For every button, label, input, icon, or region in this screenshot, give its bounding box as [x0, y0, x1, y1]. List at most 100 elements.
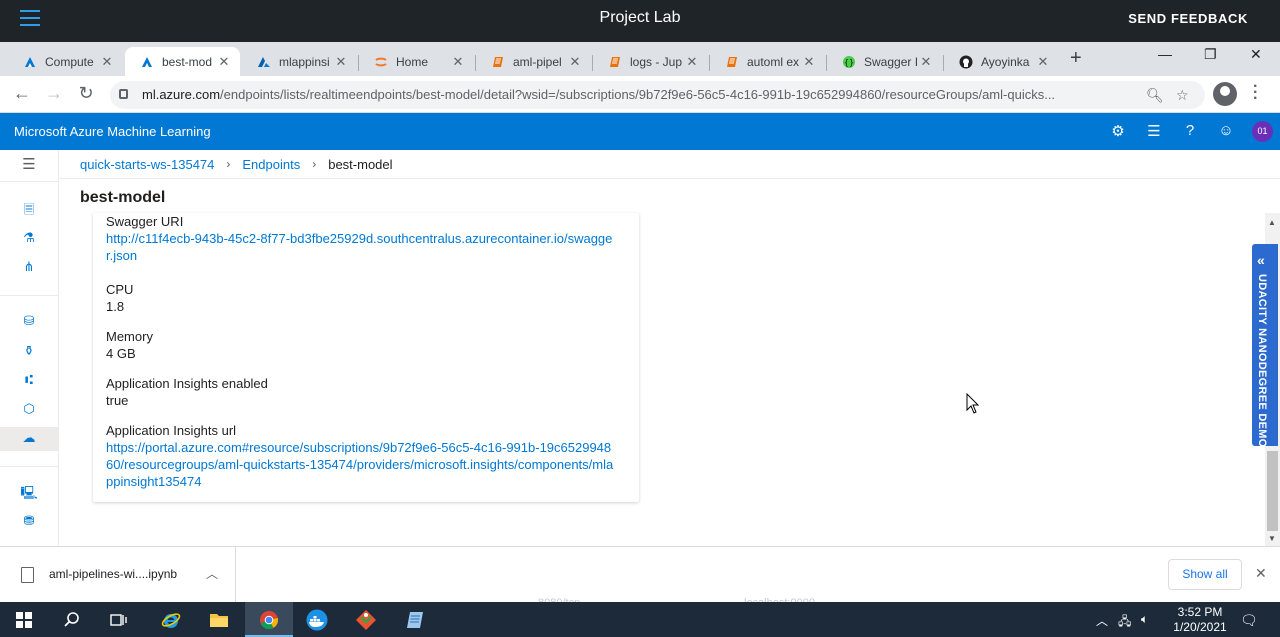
udacity-demo-tab[interactable]: « UDACITY NANODEGREE DEMO — [1252, 244, 1278, 448]
close-tab-icon[interactable]: ✕ — [918, 54, 934, 70]
browser-tab[interactable]: mlappinsi ✕ — [242, 47, 357, 76]
reload-icon[interactable]: ↻ — [76, 83, 96, 104]
field-label: Application Insights url — [106, 423, 237, 438]
tab-label: Ayoyinka — [981, 54, 1030, 69]
bookmark-star-icon[interactable]: ☆ — [1176, 87, 1189, 104]
breadcrumb-workspace-link[interactable]: quick-starts-ws-135474 — [80, 157, 214, 172]
address-bar[interactable]: ml.azure.com/endpoints/lists/realtimeend… — [110, 81, 1205, 109]
breadcrumb-current: best-model — [328, 156, 393, 172]
udacity-demo-label: UDACITY NANODEGREE DEMO — [1256, 274, 1268, 448]
browser-tab[interactable]: automl ex ✕ — [710, 47, 825, 76]
close-tab-icon[interactable]: ✕ — [99, 54, 115, 70]
datastores-icon[interactable]: ⛃︎ — [19, 513, 39, 531]
send-feedback-button[interactable]: SEND FEEDBACK — [1128, 11, 1248, 26]
chevron-right-icon: › — [226, 157, 231, 171]
user-avatar[interactable]: 01 — [1252, 121, 1273, 142]
windows-start-icon[interactable] — [13, 609, 35, 631]
tab-label: best-mod — [162, 54, 213, 69]
insights-url-link[interactable]: https://portal.azure.com#resource/subscr… — [106, 439, 616, 490]
notebook-icon — [724, 54, 740, 70]
lab-title: Project Lab — [599, 9, 681, 26]
file-explorer-icon[interactable] — [208, 609, 230, 631]
detail-swagger-uri: Swagger URI http://c11f4ecb-943b-45c2-8f… — [106, 213, 616, 264]
nav-collapse-menu-icon[interactable]: ☰ — [19, 155, 39, 173]
browser-tab-active[interactable]: best-mod ✕ — [125, 47, 240, 76]
clock-time: 3:52 PM — [1177, 605, 1223, 619]
app-insights-icon — [256, 54, 272, 70]
browser-menu-icon[interactable]: · · · — [1253, 79, 1258, 107]
close-tab-icon[interactable]: ✕ — [216, 54, 232, 70]
close-shelf-icon[interactable]: ✕ — [1255, 565, 1267, 582]
settings-gear-icon[interactable]: ⚙ — [1109, 122, 1127, 140]
close-window-icon[interactable]: ✕ — [1250, 46, 1262, 63]
browser-tab[interactable]: Compute ✕ — [8, 47, 123, 76]
pipelines-icon[interactable]: ⑆ — [19, 372, 39, 390]
close-tab-icon[interactable]: ✕ — [684, 54, 700, 70]
chevron-right-icon: › — [312, 157, 317, 171]
action-center-icon[interactable]: 🗨︎ — [1240, 612, 1258, 629]
download-item[interactable]: aml-pipelines-wi....ipynb ︿ — [0, 547, 236, 603]
close-tab-icon[interactable]: ✕ — [1035, 54, 1051, 70]
models-icon[interactable]: ⬡ — [19, 401, 39, 419]
notebooks-icon[interactable]: 🗏︎ — [19, 201, 39, 219]
endpoints-icon[interactable]: ☁︎ — [19, 430, 39, 448]
swagger-uri-link[interactable]: http://c11f4ecb-943b-45c2-8f77-bd3fbe259… — [106, 230, 616, 264]
search-icon[interactable] — [61, 609, 83, 631]
chevron-up-icon[interactable]: ︿ — [206, 565, 218, 582]
field-value: true — [106, 393, 129, 408]
automated-ml-icon[interactable]: ⚗︎ — [19, 230, 39, 248]
minimize-icon[interactable]: — — [1158, 46, 1172, 62]
help-icon[interactable]: ? — [1181, 122, 1199, 139]
download-shelf: aml-pipelines-wi....ipynb ︿ Show all ✕ — [0, 546, 1280, 603]
aml-brand[interactable]: Microsoft Azure Machine Learning — [14, 124, 211, 139]
experiments-icon[interactable]: ⚱︎ — [19, 343, 39, 361]
docker-icon[interactable] — [306, 609, 328, 631]
show-all-button[interactable]: Show all — [1168, 559, 1242, 590]
feedback-smiley-icon[interactable]: ☺ — [1217, 122, 1235, 139]
url-path: /endpoints/lists/realtimeendpoints/best-… — [220, 87, 1056, 102]
scrollbar-thumb[interactable] — [1267, 451, 1278, 531]
jupyter-icon — [373, 54, 389, 70]
internet-explorer-icon[interactable] — [160, 609, 182, 631]
restore-icon[interactable]: ❐ — [1204, 46, 1217, 63]
field-label: Application Insights enabled — [106, 376, 268, 391]
tab-label: Home — [396, 54, 429, 69]
volume-muted-icon[interactable]: 🔈︎ — [1141, 612, 1148, 627]
network-icon[interactable]: 🖧︎ — [1118, 612, 1131, 633]
profile-avatar-icon[interactable] — [1213, 82, 1237, 106]
browser-tab[interactable]: aml-pipel ✕ — [476, 47, 591, 76]
aml-header: Microsoft Azure Machine Learning ⚙ ☰ ? ☺… — [0, 113, 1280, 150]
notifications-list-icon[interactable]: ☰ — [1145, 122, 1163, 140]
scroll-up-icon[interactable]: ▲ — [1268, 218, 1276, 227]
new-tab-icon[interactable]: + — [1070, 48, 1088, 68]
tray-chevron-up-icon[interactable]: ︿ — [1096, 612, 1108, 629]
browser-tab[interactable]: {} Swagger I ✕ — [827, 47, 942, 76]
designer-icon[interactable]: ⋔ — [19, 259, 39, 277]
download-filename: aml-pipelines-wi....ipynb — [49, 567, 178, 581]
forward-arrow-icon[interactable]: → — [44, 83, 64, 104]
browser-tab[interactable]: logs - Jup ✕ — [593, 47, 708, 76]
file-icon — [21, 567, 34, 583]
browser-tab[interactable]: Ayoyinka ✕ — [944, 47, 1059, 76]
back-arrow-icon[interactable]: ← — [12, 83, 32, 104]
breadcrumb-endpoints-link[interactable]: Endpoints — [242, 157, 300, 172]
taskbar-clock[interactable]: 3:52 PM 1/20/2021 — [1168, 605, 1232, 635]
page-title: best-model — [80, 189, 166, 206]
scroll-down-icon[interactable]: ▼ — [1268, 534, 1276, 543]
notepad-icon[interactable] — [404, 609, 426, 631]
zoom-icon[interactable]: 🔍︎ — [1146, 87, 1164, 104]
close-tab-icon[interactable]: ✕ — [450, 54, 466, 70]
datasets-icon[interactable]: ⛁︎ — [19, 313, 39, 331]
close-tab-icon[interactable]: ✕ — [333, 54, 349, 70]
git-gui-icon[interactable] — [355, 609, 377, 631]
chrome-icon[interactable] — [258, 609, 280, 631]
github-icon — [958, 54, 974, 70]
close-tab-icon[interactable]: ✕ — [801, 54, 817, 70]
left-nav-rail: ☰ 🗏︎ ⚗︎ ⋔ ⛁︎ ⚱︎ ⑆ ⬡ ☁︎ 🖳︎ ⛃︎ — [0, 150, 59, 546]
clock-date: 1/20/2021 — [1173, 620, 1227, 634]
task-view-icon[interactable] — [108, 609, 130, 631]
project-lab-bar: Project Lab SEND FEEDBACK — [0, 0, 1280, 42]
compute-icon[interactable]: 🖳︎ — [19, 484, 39, 502]
browser-tab[interactable]: Home ✕ — [359, 47, 474, 76]
close-tab-icon[interactable]: ✕ — [567, 54, 583, 70]
